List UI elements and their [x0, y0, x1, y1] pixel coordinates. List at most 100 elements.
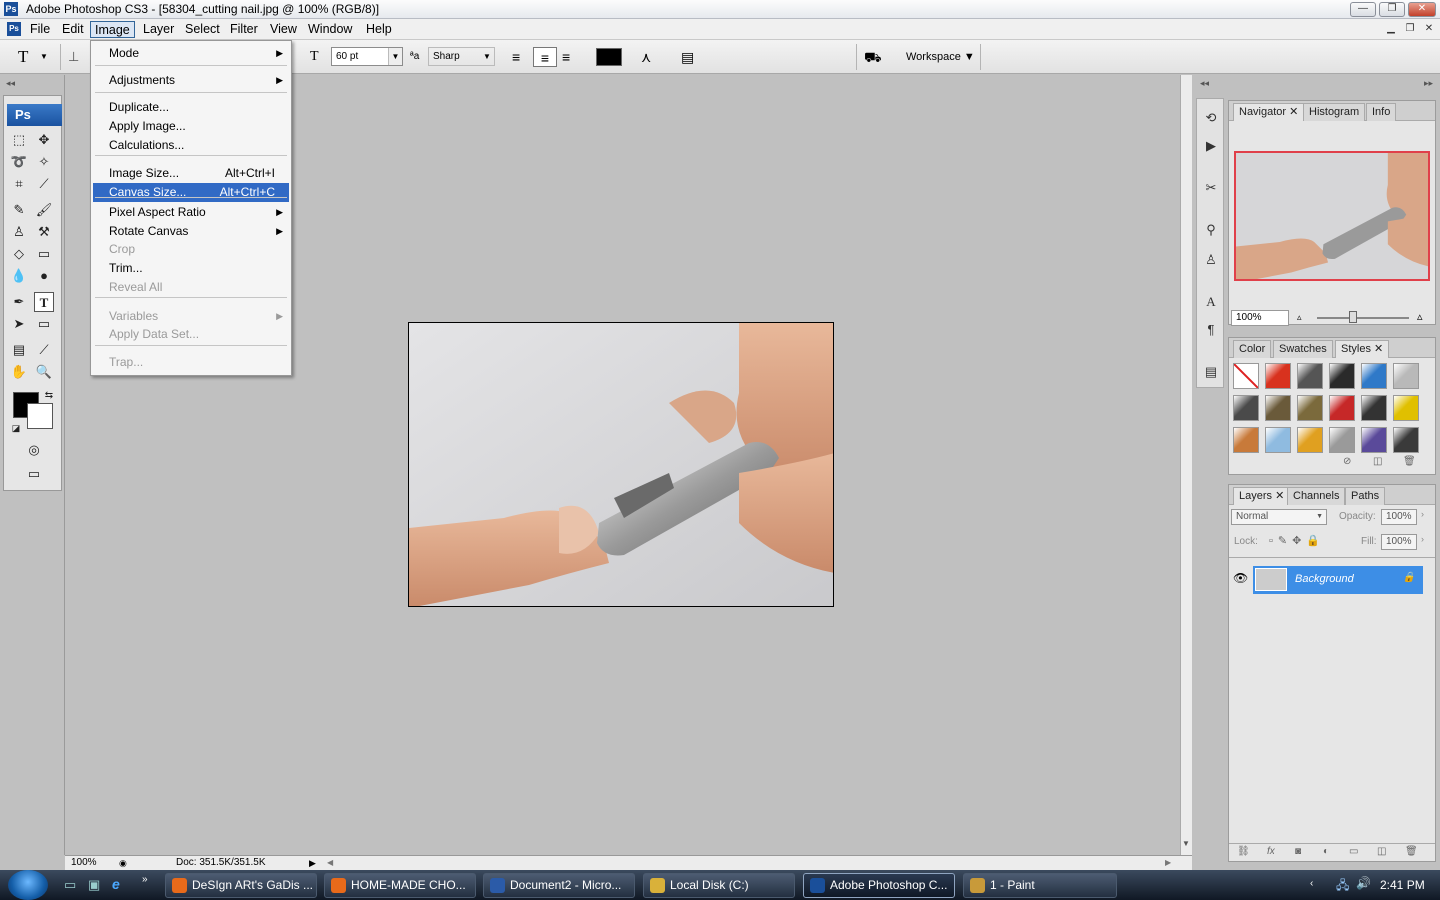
quicklaunch-more-icon[interactable]: »: [142, 874, 148, 885]
maximize-button[interactable]: ❐: [1379, 2, 1405, 17]
volume-icon[interactable]: 🔊: [1356, 876, 1371, 890]
swap-colors-icon[interactable]: ⇆: [39, 386, 59, 406]
path-selection-tool-icon[interactable]: ➤: [9, 314, 29, 334]
slice-tool-icon[interactable]: ⟋: [34, 174, 54, 194]
menu-item-calculations[interactable]: Calculations...: [93, 136, 289, 155]
doc-restore-button[interactable]: ❐: [1403, 23, 1417, 36]
magic-wand-tool-icon[interactable]: ✧: [34, 152, 54, 172]
workspace-menu[interactable]: Workspace ▼: [906, 47, 975, 67]
taskbar-button[interactable]: DeSIgn ARt's GaDis ...: [165, 873, 317, 898]
paragraph-icon[interactable]: ¶: [1201, 320, 1221, 340]
style-preset[interactable]: [1297, 363, 1323, 389]
dodge-tool-icon[interactable]: ●: [34, 266, 54, 286]
layer-background[interactable]: Background 🔒: [1253, 566, 1423, 594]
network-icon[interactable]: 🖧: [1336, 876, 1349, 897]
menu-item-canvas-size[interactable]: Canvas Size... Alt+Ctrl+C: [93, 183, 289, 202]
lock-icons[interactable]: ▫✎✥🔒: [1269, 534, 1325, 547]
history-brush-tool-icon[interactable]: ⚒: [34, 222, 54, 242]
align-right-icon[interactable]: ≡: [562, 47, 570, 67]
clone-stamp-tool-icon[interactable]: ♙: [9, 222, 29, 242]
layer-style-icon[interactable]: fx: [1267, 846, 1275, 857]
tab-styles[interactable]: Styles ✕: [1335, 340, 1390, 358]
new-style-icon[interactable]: ◫: [1373, 456, 1382, 467]
style-preset[interactable]: [1265, 395, 1291, 421]
tray-expand-icon[interactable]: ‹: [1310, 878, 1313, 889]
style-preset[interactable]: [1361, 395, 1387, 421]
new-group-icon[interactable]: ▭: [1349, 846, 1358, 857]
collapse-arrows-icon[interactable]: ◂◂: [6, 78, 15, 89]
scroll-down-icon[interactable]: ▼: [1182, 839, 1190, 848]
ie-icon[interactable]: e: [112, 876, 120, 892]
document-icon[interactable]: Ps: [7, 22, 21, 36]
character-palette-icon[interactable]: ▤: [681, 47, 694, 67]
brush-tool-icon[interactable]: 🖌: [34, 200, 54, 220]
tab-swatches[interactable]: Swatches: [1273, 340, 1333, 358]
zoom-in-icon[interactable]: ▵: [1417, 310, 1423, 323]
menu-item-duplicate[interactable]: Duplicate...: [93, 98, 289, 117]
style-preset[interactable]: [1233, 427, 1259, 453]
notes-tool-icon[interactable]: ▤: [9, 340, 29, 360]
document-image[interactable]: [408, 322, 834, 607]
opacity-input[interactable]: 100%: [1381, 509, 1417, 525]
tab-channels[interactable]: Channels: [1287, 487, 1346, 505]
menu-filter[interactable]: Filter: [226, 21, 262, 38]
lasso-tool-icon[interactable]: ➰: [9, 152, 29, 172]
text-tool-preset-icon[interactable]: T: [18, 47, 28, 67]
taskbar-button[interactable]: Local Disk (C:): [643, 873, 795, 898]
style-preset[interactable]: [1329, 427, 1355, 453]
menu-select[interactable]: Select: [181, 21, 224, 38]
layer-comps-icon[interactable]: ▤: [1201, 362, 1221, 382]
start-button[interactable]: [8, 870, 48, 900]
clock[interactable]: 2:41 PM: [1380, 878, 1425, 892]
rectangle-tool-icon[interactable]: ▭: [34, 314, 54, 334]
menu-item-apply-image[interactable]: Apply Image...: [93, 117, 289, 136]
eye-icon[interactable]: 👁: [1233, 571, 1248, 585]
show-desktop-icon[interactable]: ▭: [64, 877, 76, 893]
style-preset[interactable]: [1233, 395, 1259, 421]
collapse-dock-icon[interactable]: ◂◂: [1200, 78, 1209, 89]
tab-histogram[interactable]: Histogram: [1303, 103, 1366, 121]
move-tool-icon[interactable]: ✥: [34, 130, 54, 150]
delete-layer-icon[interactable]: 🗑: [1405, 846, 1418, 857]
text-color-swatch[interactable]: [596, 48, 622, 66]
zoom-tool-icon[interactable]: 🔍: [34, 362, 54, 382]
screen-mode-icon[interactable]: ▭: [23, 464, 45, 484]
menu-item-trim[interactable]: Trim...: [93, 259, 289, 278]
taskbar-button[interactable]: 1 - Paint: [963, 873, 1117, 898]
tab-paths[interactable]: Paths: [1345, 487, 1386, 505]
taskbar-button[interactable]: Adobe Photoshop C...: [803, 873, 955, 898]
navigator-preview[interactable]: [1234, 151, 1430, 281]
scroll-right-icon[interactable]: ▶: [1165, 856, 1171, 870]
style-preset[interactable]: [1297, 395, 1323, 421]
opacity-arrow-icon[interactable]: ›: [1421, 509, 1424, 519]
eyedropper-tool-icon[interactable]: ⟋: [34, 340, 54, 360]
history-icon[interactable]: ⟲: [1201, 108, 1221, 128]
quick-mask-icon[interactable]: ◎: [23, 440, 45, 460]
style-preset[interactable]: [1329, 363, 1355, 389]
default-colors-icon[interactable]: ◪: [6, 418, 26, 438]
menu-file[interactable]: File: [26, 21, 54, 38]
menu-view[interactable]: View: [266, 21, 301, 38]
menu-image[interactable]: Image: [90, 21, 135, 38]
close-button[interactable]: ✕: [1408, 2, 1436, 17]
vertical-scrollbar[interactable]: ▼: [1180, 75, 1192, 855]
menu-layer[interactable]: Layer: [139, 21, 178, 38]
menu-edit[interactable]: Edit: [58, 21, 88, 38]
warp-text-icon[interactable]: ⋏: [641, 47, 651, 67]
blend-mode-select[interactable]: Normal ▼: [1231, 509, 1327, 525]
layer-mask-icon[interactable]: ◙: [1295, 846, 1301, 857]
link-layers-icon[interactable]: ⛓: [1237, 846, 1250, 857]
bridge-icon[interactable]: ⛟: [864, 47, 882, 67]
menu-window[interactable]: Window: [304, 21, 356, 38]
zoom-slider-track[interactable]: [1317, 317, 1409, 319]
style-preset[interactable]: [1297, 427, 1323, 453]
pen-tool-icon[interactable]: ✒: [9, 292, 29, 312]
style-preset[interactable]: [1393, 395, 1419, 421]
tab-layers[interactable]: Layers ✕: [1233, 487, 1291, 505]
expand-dock-icon[interactable]: ▸▸: [1424, 78, 1433, 89]
tool-presets-icon[interactable]: ✂: [1201, 178, 1221, 198]
clone-source-icon[interactable]: ♙: [1201, 250, 1221, 270]
style-preset[interactable]: [1265, 363, 1291, 389]
status-menu-icon[interactable]: ▶: [309, 856, 316, 870]
character-icon[interactable]: A: [1201, 292, 1221, 312]
